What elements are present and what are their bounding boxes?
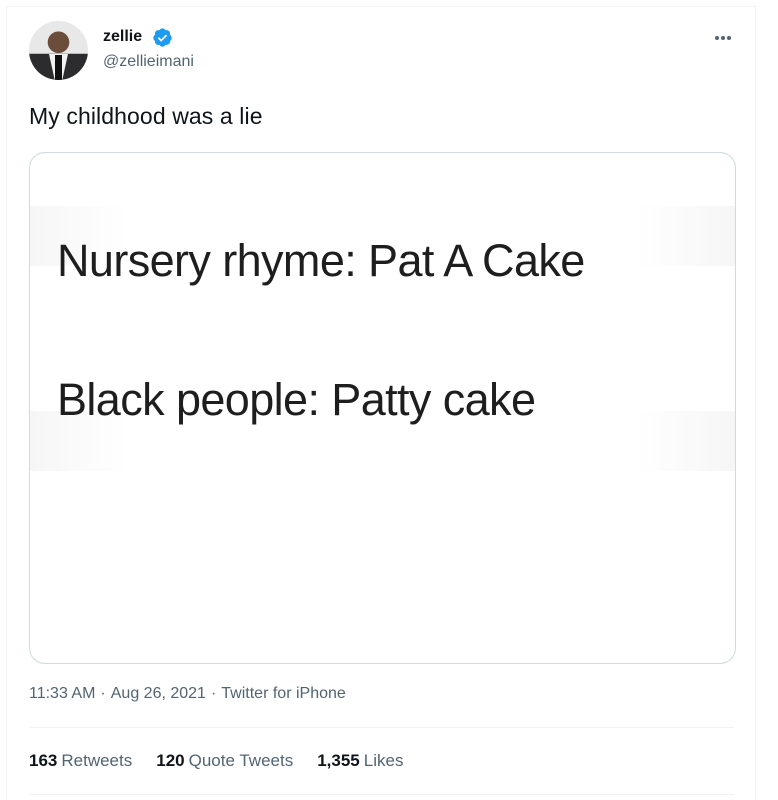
media-caption-line-2: Black people: Patty cake	[57, 374, 536, 425]
media-caption-line-1: Nursery rhyme: Pat A Cake	[57, 235, 585, 286]
divider	[29, 794, 734, 795]
likes-count: 1,355	[317, 751, 360, 770]
tweet-date[interactable]: Aug 26, 2021	[111, 685, 206, 702]
quote-tweets-count: 120	[156, 751, 185, 770]
tweet-text: My childhood was a lie	[29, 103, 263, 129]
avatar[interactable]	[29, 21, 88, 80]
more-dot	[721, 36, 725, 40]
retweets-stat[interactable]: 163 Retweets	[29, 751, 132, 771]
tweet-source[interactable]: Twitter for iPhone	[221, 685, 346, 702]
retweets-count: 163	[29, 751, 58, 770]
more-dot	[715, 36, 719, 40]
tweet-metadata: 11:33 AM · Aug 26, 2021 · Twitter for iPhone	[29, 685, 346, 703]
tweet-stats: 163 Retweets 120 Quote Tweets 1,355 Likes	[29, 751, 403, 771]
more-dot	[727, 36, 731, 40]
divider	[29, 727, 734, 728]
author-display-name[interactable]: zellie	[103, 28, 142, 46]
tweet-time[interactable]: 11:33 AM	[29, 685, 95, 702]
quote-tweets-stat[interactable]: 120 Quote Tweets	[156, 751, 293, 771]
more-options-icon[interactable]	[712, 27, 734, 49]
avatar-tie	[55, 55, 62, 80]
likes-label: Likes	[363, 751, 404, 770]
retweets-label: Retweets	[61, 751, 133, 770]
author-handle[interactable]: @zellieimani	[103, 53, 194, 71]
verified-badge-icon	[153, 28, 172, 47]
likes-stat[interactable]: 1,355 Likes	[317, 751, 403, 771]
quote-tweets-label: Quote Tweets	[188, 751, 294, 770]
tweet-media-image[interactable]: Nursery rhyme: Pat A Cake Black people: …	[29, 152, 736, 664]
meta-separator: ·	[100, 685, 106, 702]
meta-separator: ·	[210, 685, 217, 702]
